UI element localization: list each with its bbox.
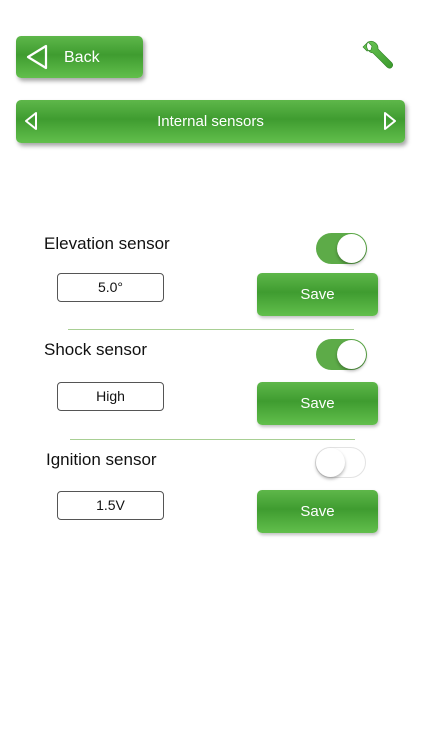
toggle-knob: [316, 448, 345, 477]
back-arrow-icon: [26, 44, 48, 70]
elevation-value-field[interactable]: 5.0°: [57, 273, 164, 302]
ignition-sensor-label: Ignition sensor: [46, 450, 157, 469]
elevation-save-button[interactable]: Save: [257, 273, 378, 316]
shock-sensor-toggle[interactable]: [316, 339, 367, 370]
elevation-sensor-label: Elevation sensor: [44, 234, 170, 253]
shock-value-field[interactable]: High: [57, 382, 164, 411]
elevation-sensor-toggle[interactable]: [316, 233, 367, 264]
back-button-label: Back: [64, 49, 100, 66]
wrench-icon[interactable]: [360, 38, 396, 74]
ignition-value-field[interactable]: 1.5V: [57, 491, 164, 520]
sensor-group-selector: Internal sensors: [16, 100, 405, 143]
ignition-sensor-toggle[interactable]: [315, 447, 366, 478]
divider: [68, 329, 354, 330]
toggle-knob: [337, 340, 366, 369]
ignition-save-button[interactable]: Save: [257, 490, 378, 533]
shock-sensor-label: Shock sensor: [44, 340, 147, 359]
toggle-knob: [337, 234, 366, 263]
sensor-group-title: Internal sensors: [157, 113, 264, 130]
triangle-right-icon[interactable]: [382, 111, 398, 131]
shock-save-button[interactable]: Save: [257, 382, 378, 425]
back-button[interactable]: Back: [16, 36, 143, 78]
divider: [70, 439, 355, 440]
